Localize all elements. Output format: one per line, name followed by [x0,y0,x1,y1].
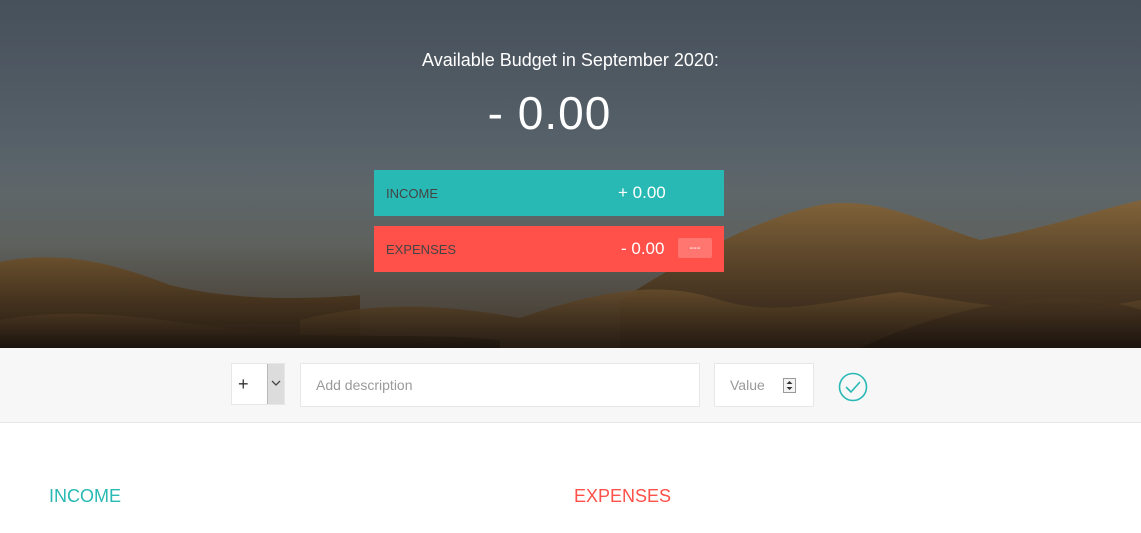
income-summary-value: + 0.00 [618,183,666,202]
budget-value: - 0.00 [487,87,612,139]
budget-header: Available Budget in September 2020: - 0.… [0,0,1141,348]
spinner-arrows-icon [786,381,793,390]
expenses-percentage-badge: --- [678,238,712,258]
expenses-list-title: EXPENSES [574,486,672,506]
expenses-summary-label: Expenses [386,242,457,257]
income-list-title: INCOME [49,486,121,506]
chevron-down-icon [271,380,281,386]
income-summary-label: Income [386,186,438,201]
add-item-bar: + [0,348,1141,423]
income-summary: Income + 0.00 [374,170,724,216]
description-input[interactable] [300,363,700,407]
expenses-summary-value: - 0.00 [621,239,665,258]
value-field[interactable] [714,363,814,407]
type-select[interactable]: + [231,363,285,405]
check-circle-icon[interactable] [838,372,868,402]
type-select-arrow[interactable] [267,364,284,404]
budget-title: Available Budget in September 2020: [422,50,719,70]
expenses-summary: Expenses - 0.00 --- [374,226,724,272]
value-spinner[interactable] [783,378,796,393]
type-select-value: + [238,374,249,394]
